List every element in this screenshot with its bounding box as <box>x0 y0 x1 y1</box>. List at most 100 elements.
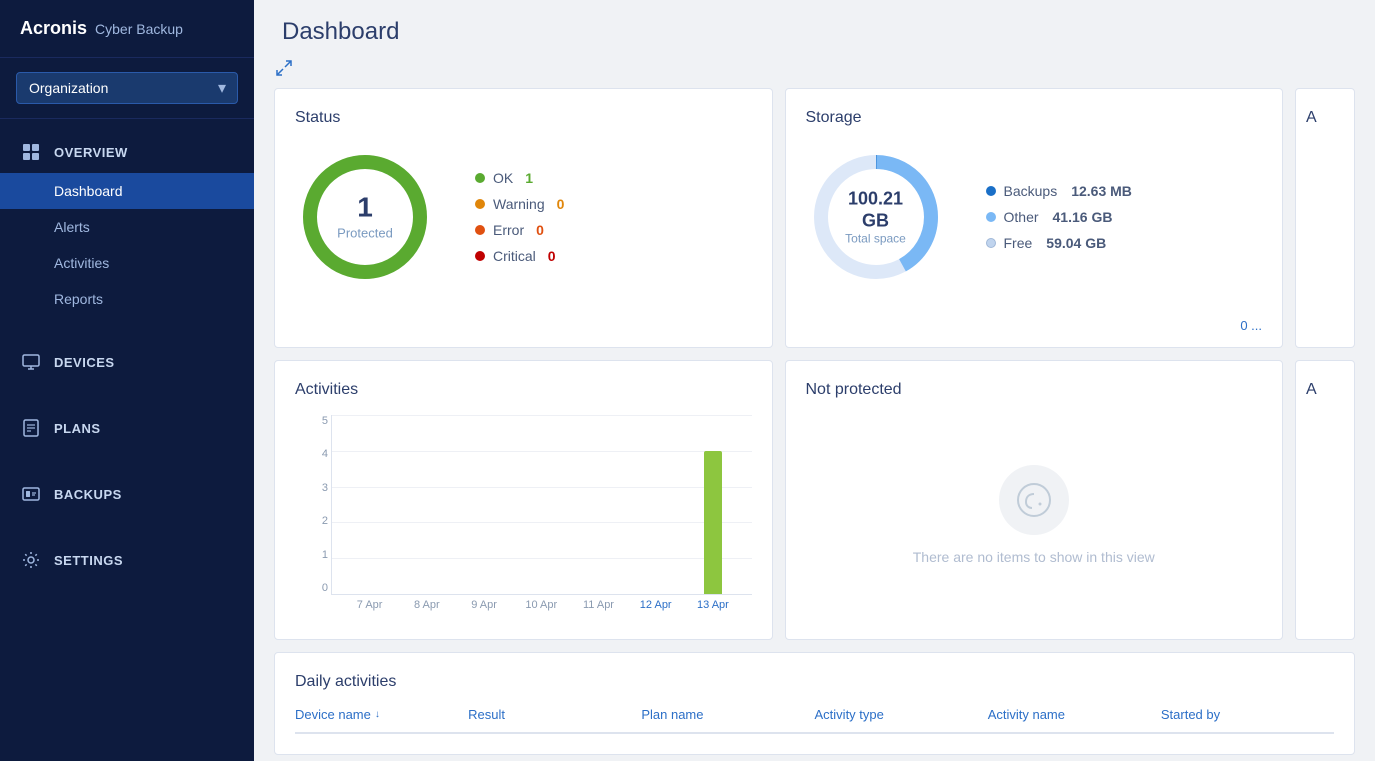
product-name: Cyber Backup <box>95 21 183 37</box>
y-axis-labels: 5 4 3 2 1 0 <box>304 415 328 594</box>
col-activity-type[interactable]: Activity type <box>815 707 988 722</box>
legend-item-critical: Critical 0 <box>475 248 564 264</box>
backups-dot <box>986 186 996 196</box>
other-value: 41.16 GB <box>1053 209 1113 225</box>
bar-9apr <box>456 415 513 594</box>
status-card-body: 1 Protected OK 1 Warning 0 <box>295 147 752 287</box>
col-result[interactable]: Result <box>468 707 641 722</box>
storage-legend-other: Other 41.16 GB <box>986 209 1132 225</box>
sidebar-item-reports[interactable]: Reports <box>0 281 254 317</box>
org-selector-wrap[interactable]: Organization <box>0 58 254 119</box>
warning-value: 0 <box>557 196 565 212</box>
table-header: Device name ↓ Result Plan name Activity … <box>295 707 1334 734</box>
col-device-name-label: Device name <box>295 707 371 722</box>
cards-row-2: Activities 5 4 3 2 1 0 <box>274 360 1355 640</box>
col-activity-name-label: Activity name <box>988 707 1065 722</box>
error-value: 0 <box>536 222 544 238</box>
ok-value: 1 <box>525 170 533 186</box>
page-title: Dashboard <box>282 18 1347 46</box>
legend-item-error: Error 0 <box>475 222 564 238</box>
nav-group-backups-label: BACKUPS <box>54 487 122 502</box>
status-donut-center: 1 Protected <box>337 194 393 241</box>
nav-group-backups[interactable]: BACKUPS <box>0 473 254 515</box>
storage-legend: Backups 12.63 MB Other 41.16 GB Free 59.… <box>986 183 1132 251</box>
bar-10apr <box>513 415 570 594</box>
activities-bar-chart: 5 4 3 2 1 0 <box>295 415 752 615</box>
nav-group-devices-label: DEVICES <box>54 355 115 370</box>
brand-name: Acronis <box>20 18 87 39</box>
nav-group-plans[interactable]: PLANS <box>0 407 254 449</box>
legend-item-warning: Warning 0 <box>475 196 564 212</box>
nav-group-plans-label: PLANS <box>54 421 101 436</box>
nav-group-overview[interactable]: OVERVIEW <box>0 131 254 173</box>
monitor-icon <box>20 351 42 373</box>
storage-legend-backups: Backups 12.63 MB <box>986 183 1132 199</box>
grid-icon <box>20 141 42 163</box>
ok-label: OK <box>493 170 513 186</box>
nav-group-settings-label: SETTINGS <box>54 553 123 568</box>
storage-legend-free: Free 59.04 GB <box>986 235 1132 251</box>
storage-donut-chart: 100.21 GB Total space <box>806 147 946 287</box>
sidebar-item-alerts[interactable]: Alerts <box>0 209 254 245</box>
legend-item-ok: OK 1 <box>475 170 564 186</box>
org-select[interactable]: Organization <box>16 72 238 104</box>
warning-dot <box>475 199 485 209</box>
activities-card: Activities 5 4 3 2 1 0 <box>274 360 773 640</box>
backups-icon <box>20 483 42 505</box>
x-label-7apr: 7 Apr <box>341 599 398 611</box>
bar-8apr <box>399 415 456 594</box>
y-label-1: 1 <box>304 549 328 561</box>
nav-devices-section: DEVICES <box>0 329 254 395</box>
error-label: Error <box>493 222 524 238</box>
status-count: 1 <box>337 194 393 222</box>
nav-group-settings[interactable]: SETTINGS <box>0 539 254 581</box>
x-label-8apr: 8 Apr <box>398 599 455 611</box>
x-label-13apr: 13 Apr <box>684 599 741 611</box>
y-label-4: 4 <box>304 448 328 460</box>
free-dot <box>986 238 996 248</box>
x-label-10apr: 10 Apr <box>513 599 570 611</box>
nav-backups-section: BACKUPS <box>0 461 254 527</box>
col-result-label: Result <box>468 707 505 722</box>
x-label-9apr: 9 Apr <box>455 599 512 611</box>
expand-button[interactable] <box>274 58 1355 78</box>
x-label-12apr: 12 Apr <box>627 599 684 611</box>
status-donut-chart: 1 Protected <box>295 147 435 287</box>
nav-group-devices[interactable]: DEVICES <box>0 341 254 383</box>
nav-plans-section: PLANS <box>0 395 254 461</box>
free-label: Free <box>1004 235 1033 251</box>
critical-value: 0 <box>548 248 556 264</box>
storage-card-title: Storage <box>806 109 1263 127</box>
storage-link[interactable]: 0 ... <box>1240 318 1262 333</box>
storage-total: 100.21 GB <box>841 188 911 231</box>
bar-chart-inner: 5 4 3 2 1 0 <box>331 415 752 595</box>
nav-group-overview-label: OVERVIEW <box>54 145 128 160</box>
storage-card: Storage 100.21 GB Total <box>785 88 1284 348</box>
col-plan-name[interactable]: Plan name <box>641 707 814 722</box>
sidebar-item-dashboard[interactable]: Dashboard <box>0 173 254 209</box>
bar-7apr <box>342 415 399 594</box>
empty-icon <box>999 465 1069 535</box>
x-axis-labels: 7 Apr 8 Apr 9 Apr 10 Apr 11 Apr 12 Apr 1… <box>331 595 752 611</box>
partial-card-2-title: A <box>1306 381 1344 399</box>
status-legend: OK 1 Warning 0 Error 0 <box>475 170 564 264</box>
col-started-by[interactable]: Started by <box>1161 707 1334 722</box>
col-plan-name-label: Plan name <box>641 707 703 722</box>
partial-card-2: A <box>1295 360 1355 640</box>
main-header: Dashboard <box>254 0 1375 58</box>
y-label-0: 0 <box>304 582 328 594</box>
col-activity-name[interactable]: Activity name <box>988 707 1161 722</box>
backups-value: 12.63 MB <box>1071 183 1132 199</box>
cards-row-1: Status 1 Protected <box>274 88 1355 348</box>
nav-settings-section: SETTINGS <box>0 527 254 593</box>
status-card-title: Status <box>295 109 752 127</box>
daily-activities-card: Daily activities Device name ↓ Result Pl… <box>274 652 1355 755</box>
status-card: Status 1 Protected <box>274 88 773 348</box>
critical-dot <box>475 251 485 261</box>
bar-value-13apr <box>704 451 722 594</box>
storage-card-body: 100.21 GB Total space Backups 12.63 MB O <box>806 147 1263 287</box>
sidebar-item-activities[interactable]: Activities <box>0 245 254 281</box>
y-label-2: 2 <box>304 515 328 527</box>
col-device-name[interactable]: Device name ↓ <box>295 707 468 722</box>
bar-12apr <box>627 415 684 594</box>
